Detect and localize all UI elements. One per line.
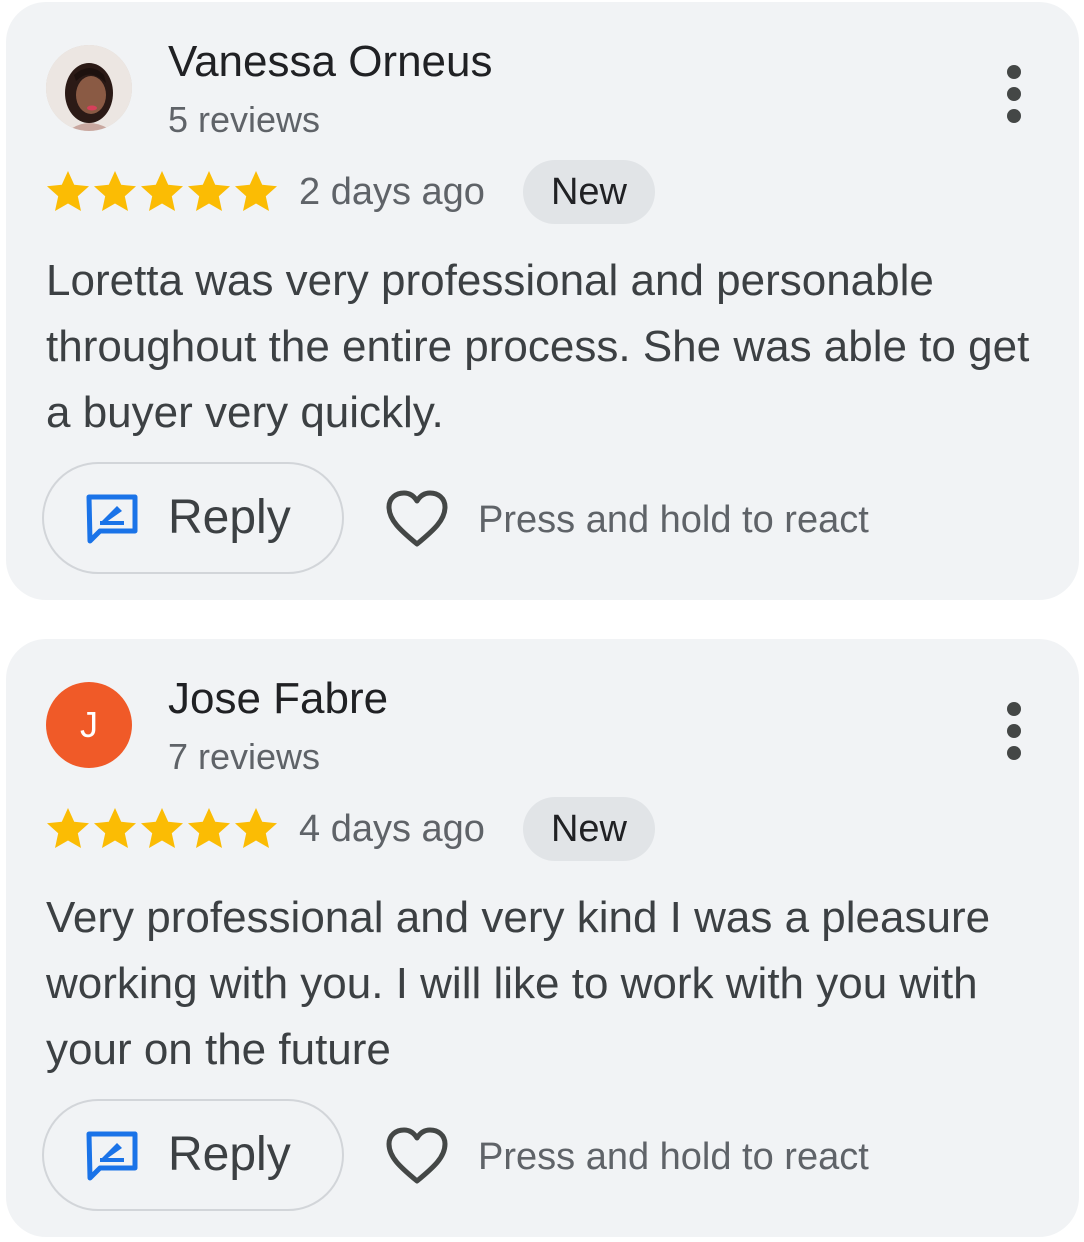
rating-row: 4 days ago New bbox=[46, 797, 846, 861]
rating-row: 2 days ago New bbox=[46, 160, 846, 224]
star-rating bbox=[47, 808, 277, 848]
review-text: Loretta was very professional and person… bbox=[46, 256, 1030, 437]
heart-icon bbox=[386, 1127, 448, 1184]
more-options-button[interactable] bbox=[996, 699, 1032, 763]
reply-icon bbox=[86, 1131, 138, 1181]
avatar-photo bbox=[46, 45, 132, 131]
star-icon bbox=[235, 808, 277, 848]
star-icon bbox=[141, 171, 183, 211]
more-vert-icon bbox=[1007, 65, 1021, 123]
star-icon bbox=[188, 171, 230, 211]
reviewer-avatar[interactable] bbox=[46, 45, 132, 131]
avatar-letter: J bbox=[80, 704, 98, 745]
star-icon bbox=[141, 808, 183, 848]
reviewer-avatar[interactable]: J bbox=[46, 682, 132, 768]
review-date: 4 days ago bbox=[299, 808, 485, 850]
reviewer-name[interactable]: Vanessa Orneus bbox=[168, 36, 492, 88]
react-button[interactable] bbox=[386, 490, 448, 548]
react-button[interactable] bbox=[386, 1127, 448, 1185]
more-options-button[interactable] bbox=[996, 62, 1032, 126]
heart-icon bbox=[386, 490, 448, 547]
star-icon bbox=[188, 808, 230, 848]
review-text: Very professional and very kind I was a … bbox=[46, 893, 991, 1074]
star-icon bbox=[94, 171, 136, 211]
react-hint[interactable]: Press and hold to react bbox=[478, 496, 869, 544]
reviewer-name[interactable]: Jose Fabre bbox=[168, 673, 388, 725]
reply-button[interactable]: Reply bbox=[42, 462, 344, 574]
new-badge: New bbox=[523, 160, 655, 224]
review-card: Vanessa Orneus 5 reviews 2 days ago New … bbox=[6, 2, 1079, 600]
star-icon bbox=[47, 171, 89, 211]
star-icon bbox=[235, 171, 277, 211]
reply-button-label: Reply bbox=[168, 1128, 291, 1181]
reply-button[interactable]: Reply bbox=[42, 1099, 344, 1211]
star-icon bbox=[94, 808, 136, 848]
reply-button-label: Reply bbox=[168, 491, 291, 544]
review-date: 2 days ago bbox=[299, 171, 485, 213]
reviewer-review-count: 5 reviews bbox=[168, 99, 321, 140]
more-vert-icon bbox=[1007, 702, 1021, 760]
react-hint[interactable]: Press and hold to react bbox=[478, 1133, 869, 1181]
new-badge: New bbox=[523, 797, 655, 861]
star-rating bbox=[47, 171, 277, 211]
reply-icon bbox=[86, 494, 138, 544]
reviewer-review-count: 7 reviews bbox=[168, 736, 321, 777]
star-icon bbox=[47, 808, 89, 848]
review-card: J Jose Fabre 7 reviews 4 days ago New Ve… bbox=[6, 639, 1079, 1237]
